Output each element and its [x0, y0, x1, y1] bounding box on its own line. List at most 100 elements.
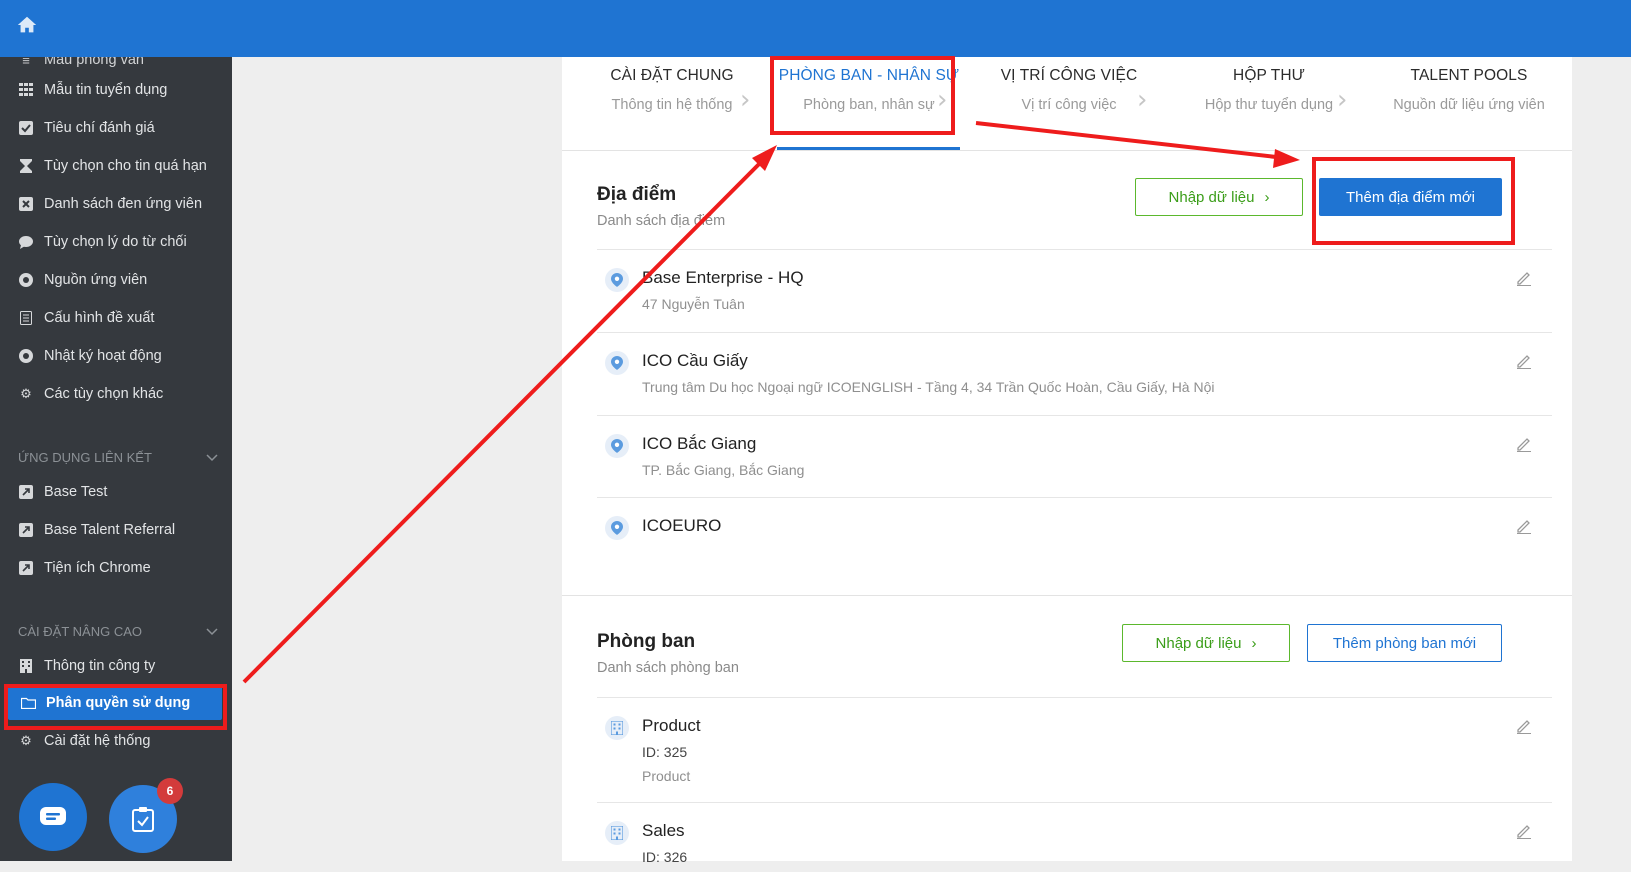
step-tabs: CÀI ĐẶT CHUNG Thông tin hệ thống › PHÒNG… — [562, 57, 1572, 151]
sidebar-item-label: Base Test — [44, 484, 108, 500]
tab-title: CÀI ĐẶT CHUNG — [610, 67, 734, 84]
tab-talent-pools[interactable]: TALENT POOLS Nguồn dữ liệu ứng viên — [1374, 67, 1564, 113]
chevron-right-icon: › — [1137, 85, 1148, 115]
sidebar-item-label: Tùy chọn cho tin quá hạn — [44, 158, 207, 174]
top-bar — [0, 0, 1631, 57]
department-description: Product — [642, 768, 691, 784]
sidebar-item-label: Tùy chọn lý do từ chối — [44, 234, 187, 250]
edit-icon[interactable] — [1516, 823, 1532, 839]
sidebar-item-label: Tiêu chí đánh giá — [44, 120, 155, 136]
sidebar-group-advanced[interactable]: CÀI ĐẶT NÂNG CAO — [0, 618, 232, 644]
clipboard-check-icon — [132, 807, 154, 832]
location-name: ICO Cầu Giấy — [642, 351, 748, 370]
list-icon: ≡ — [22, 57, 30, 68]
grid-icon — [18, 82, 34, 98]
sidebar-item-candidate-sources[interactable]: Nguồn ứng viên — [0, 263, 232, 297]
sidebar-item-job-templates[interactable]: Mẫu tin tuyển dụng — [0, 73, 232, 107]
sidebar-item-criteria[interactable]: Tiêu chí đánh giá — [0, 111, 232, 145]
gear-icon: ⚙ — [20, 386, 32, 401]
checkbox-icon — [18, 120, 34, 136]
external-link-icon — [18, 560, 34, 576]
department-row[interactable]: Product ID: 325 Product — [597, 697, 1552, 802]
locations-title: Địa điểm — [597, 184, 677, 205]
sidebar-item-base-test[interactable]: Base Test — [0, 475, 232, 509]
sidebar-item-label: Tiện ích Chrome — [44, 560, 151, 576]
sidebar-item-label: Danh sách đen ứng viên — [44, 196, 203, 212]
sidebar-item-label: Cài đặt hệ thống — [44, 733, 151, 749]
chevron-down-icon — [206, 450, 218, 465]
location-name: ICOEURO — [642, 516, 722, 535]
import-departments-button[interactable]: Nhập dữ liệu › — [1122, 624, 1290, 662]
location-row[interactable]: ICO Cầu Giấy Trung tâm Du học Ngoại ngữ … — [597, 332, 1552, 415]
edit-icon[interactable] — [1516, 353, 1532, 369]
add-department-button[interactable]: Thêm phòng ban mới — [1307, 624, 1502, 662]
gear-icon: ⚙ — [20, 733, 32, 748]
tab-title: TALENT POOLS — [1410, 67, 1528, 84]
tab-subtitle: Thông tin hệ thống — [611, 97, 733, 113]
button-label: Nhập dữ liệu — [1155, 634, 1242, 652]
chat-bubble-icon — [18, 234, 34, 250]
eye-icon — [18, 272, 34, 288]
locations-subtitle: Danh sách địa điểm — [597, 213, 726, 229]
department-id: ID: 326 — [642, 849, 688, 865]
sidebar-item-label: Thông tin công ty — [44, 658, 156, 674]
button-label: Nhập dữ liệu — [1168, 188, 1255, 206]
tab-subtitle: Nguồn dữ liệu ứng viên — [1393, 97, 1545, 113]
sidebar-item-other-options[interactable]: ⚙ Các tùy chọn khác — [0, 377, 232, 411]
sidebar-item-company-info[interactable]: Thông tin công ty — [0, 649, 232, 683]
sidebar-item-label: Cấu hình đề xuất — [44, 310, 155, 326]
tab-mailbox[interactable]: HỘP THƯ Hộp thư tuyển dụng — [1174, 67, 1364, 113]
location-address: 47 Nguyễn Tuân — [642, 296, 745, 312]
sidebar-group-label: CÀI ĐẶT NÂNG CAO — [18, 623, 143, 639]
sidebar-item-label: Nguồn ứng viên — [44, 272, 148, 288]
sidebar-group-linked-apps[interactable]: ỨNG DỤNG LIÊN KẾT — [0, 444, 232, 470]
tab-job-positions[interactable]: VỊ TRÍ CÔNG VIỆC Vị trí công việc — [974, 67, 1164, 113]
chat-icon — [40, 807, 66, 825]
active-tab-underline — [777, 147, 960, 150]
location-row[interactable]: ICO Bắc Giang TP. Bắc Giang, Bắc Giang — [597, 415, 1552, 497]
location-row[interactable]: Base Enterprise - HQ 47 Nguyễn Tuân — [597, 249, 1552, 332]
sidebar-item-activity-log[interactable]: Nhật ký hoạt động — [0, 339, 232, 373]
sidebar-item-label: Base Talent Referral — [44, 522, 176, 538]
annotation-box-sidebar — [4, 684, 227, 730]
map-pin-icon — [605, 434, 629, 458]
sidebar: ≡ Mẫu phỏng vấn Mẫu tin tuyển dụng Tiêu … — [0, 57, 232, 861]
chevron-right-icon: › — [1264, 188, 1270, 206]
sidebar-item-proposal-config[interactable]: Cấu hình đề xuất — [0, 301, 232, 335]
location-name: ICO Bắc Giang — [642, 434, 757, 453]
edit-icon[interactable] — [1516, 718, 1532, 734]
departments-title: Phòng ban — [597, 631, 696, 652]
chevron-right-icon: › — [1251, 634, 1257, 652]
department-name: Sales — [642, 821, 685, 840]
sidebar-item-chrome-extension[interactable]: Tiện ích Chrome — [0, 551, 232, 585]
building-icon — [605, 716, 629, 740]
chat-button[interactable] — [19, 783, 87, 851]
edit-icon[interactable] — [1516, 270, 1532, 286]
map-pin-icon — [605, 516, 629, 540]
sidebar-item-label: Nhật ký hoạt động — [44, 348, 162, 364]
external-link-icon — [18, 522, 34, 538]
location-name: Base Enterprise - HQ — [642, 268, 804, 287]
sidebar-item-expired-options[interactable]: Tùy chọn cho tin quá hạn — [0, 149, 232, 183]
import-locations-button[interactable]: Nhập dữ liệu › — [1135, 178, 1303, 216]
departments-subtitle: Danh sách phòng ban — [597, 660, 739, 676]
sidebar-item-blacklist[interactable]: Danh sách đen ứng viên — [0, 187, 232, 221]
sidebar-item-talent-referral[interactable]: Base Talent Referral — [0, 513, 232, 547]
sidebar-item-reject-reasons[interactable]: Tùy chọn lý do từ chối — [0, 225, 232, 259]
location-row[interactable]: ICOEURO — [597, 497, 1552, 577]
chevron-down-icon — [206, 624, 218, 639]
notification-badge: 6 — [157, 778, 183, 804]
edit-icon[interactable] — [1516, 436, 1532, 452]
eye-icon — [18, 348, 34, 364]
home-icon[interactable] — [16, 14, 38, 36]
external-link-icon — [18, 484, 34, 500]
department-name: Product — [642, 716, 701, 735]
department-id: ID: 325 — [642, 744, 688, 760]
tab-general-settings[interactable]: CÀI ĐẶT CHUNG Thông tin hệ thống — [577, 67, 767, 113]
sidebar-item-label: Các tùy chọn khác — [44, 386, 164, 402]
x-box-icon — [18, 196, 34, 212]
annotation-box-add-button — [1312, 157, 1515, 245]
department-row[interactable]: Sales ID: 326 — [597, 802, 1552, 872]
sidebar-item-label: Mẫu phỏng vấn — [44, 57, 144, 68]
edit-icon[interactable] — [1516, 518, 1532, 534]
